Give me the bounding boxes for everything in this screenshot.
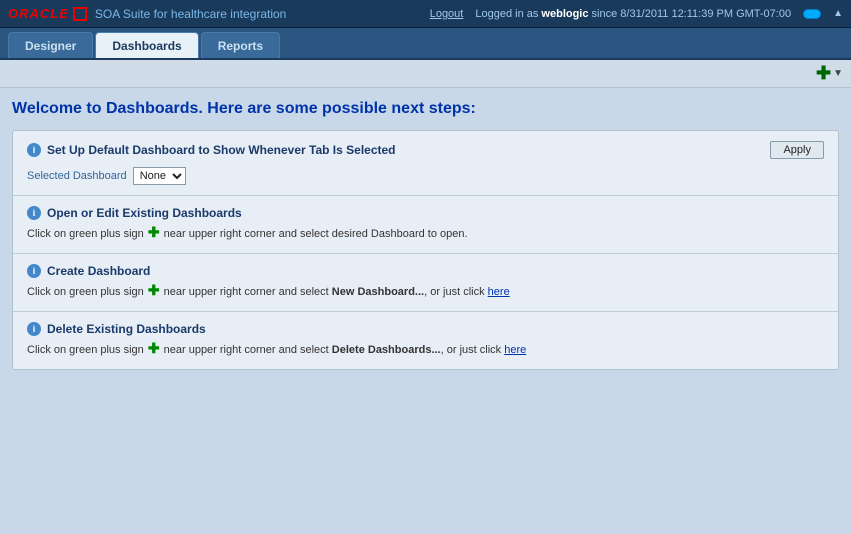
steps-panel: i Set Up Default Dashboard to Show Whene… xyxy=(12,130,839,370)
step4-info-icon: i xyxy=(27,322,41,336)
step-default-dashboard: i Set Up Default Dashboard to Show Whene… xyxy=(13,131,838,196)
toolbar-row: ✚ ▼ xyxy=(0,60,851,88)
main-content: Welcome to Dashboards. Here are some pos… xyxy=(0,88,851,382)
step2-plus-icon: ✚ xyxy=(148,222,160,243)
welcome-title: Welcome to Dashboards. Here are some pos… xyxy=(12,100,839,118)
step2-title-row: i Open or Edit Existing Dashboards xyxy=(27,206,824,220)
step2-desc: Click on green plus sign ✚ near upper ri… xyxy=(27,222,824,243)
step1-title: Set Up Default Dashboard to Show Wheneve… xyxy=(47,143,396,157)
step4-desc-middle: near upper right corner and select xyxy=(161,344,332,356)
scroll-up-icon[interactable]: ▲ xyxy=(833,8,843,19)
step2-desc-prefix: Click on green plus sign xyxy=(27,228,147,240)
header-left: ORACLE SOA Suite for healthcare integrat… xyxy=(8,6,286,21)
tab-dashboards[interactable]: Dashboards xyxy=(95,32,198,58)
tab-reports-label: Reports xyxy=(218,39,263,53)
plus-icon: ✚ xyxy=(816,63,831,84)
step2-info-icon: i xyxy=(27,206,41,220)
app-title: SOA Suite for healthcare integration xyxy=(95,7,286,21)
apply-button[interactable]: Apply xyxy=(770,141,824,159)
step4-plus-icon: ✚ xyxy=(148,338,160,359)
tabbar: Designer Dashboards Reports xyxy=(0,28,851,60)
oracle-box-icon xyxy=(73,7,87,21)
step4-here-link[interactable]: here xyxy=(504,344,526,356)
dropdown-arrow-icon: ▼ xyxy=(833,68,843,79)
step4-bold: Delete Dashboards... xyxy=(332,344,441,356)
oracle-wordmark: ORACLE xyxy=(8,6,69,21)
step3-title-row: i Create Dashboard xyxy=(27,264,824,278)
logged-in-suffix: since 8/31/2011 12:11:39 PM GMT-07:00 xyxy=(588,8,791,20)
step4-desc: Click on green plus sign ✚ near upper ri… xyxy=(27,338,824,359)
header: ORACLE SOA Suite for healthcare integrat… xyxy=(0,0,851,28)
step3-plus-icon: ✚ xyxy=(148,280,160,301)
step4-desc-middle2: , or just click xyxy=(441,344,505,356)
step1-controls: Selected Dashboard None xyxy=(27,167,824,185)
step3-info-icon: i xyxy=(27,264,41,278)
step1-title-row: i Set Up Default Dashboard to Show Whene… xyxy=(27,143,396,157)
step4-desc-prefix: Click on green plus sign xyxy=(27,344,147,356)
step3-desc-prefix: Click on green plus sign xyxy=(27,286,147,298)
tab-reports[interactable]: Reports xyxy=(201,32,280,58)
selected-dashboard-label: Selected Dashboard xyxy=(27,170,127,182)
tab-designer-label: Designer xyxy=(25,39,76,53)
step-create-dashboard: i Create Dashboard Click on green plus s… xyxy=(13,254,838,312)
step3-title: Create Dashboard xyxy=(47,264,150,278)
tab-designer[interactable]: Designer xyxy=(8,32,93,58)
step-delete-dashboard: i Delete Existing Dashboards Click on gr… xyxy=(13,312,838,369)
oracle-logo: ORACLE xyxy=(8,6,87,21)
logged-in-prefix: Logged in as xyxy=(475,8,541,20)
step3-desc-middle2: , or just click xyxy=(424,286,488,298)
status-indicator xyxy=(803,9,821,19)
step1-header: i Set Up Default Dashboard to Show Whene… xyxy=(27,141,824,159)
step3-here-link[interactable]: here xyxy=(488,286,510,298)
step1-info-icon: i xyxy=(27,143,41,157)
step-open-edit: i Open or Edit Existing Dashboards Click… xyxy=(13,196,838,254)
step4-title: Delete Existing Dashboards xyxy=(47,322,206,336)
header-right: Logout Logged in as weblogic since 8/31/… xyxy=(430,8,843,20)
step2-title: Open or Edit Existing Dashboards xyxy=(47,206,242,220)
step3-desc: Click on green plus sign ✚ near upper ri… xyxy=(27,280,824,301)
add-button[interactable]: ✚ ▼ xyxy=(816,63,843,84)
logged-in-info: Logged in as weblogic since 8/31/2011 12… xyxy=(475,8,791,20)
dashboard-select[interactable]: None xyxy=(133,167,186,185)
tab-dashboards-label: Dashboards xyxy=(112,39,181,53)
step3-bold: New Dashboard... xyxy=(332,286,424,298)
step3-desc-middle: near upper right corner and select xyxy=(161,286,332,298)
step2-desc-suffix: near upper right corner and select desir… xyxy=(161,228,468,240)
username: weblogic xyxy=(541,8,588,20)
logout-link[interactable]: Logout xyxy=(430,8,464,20)
step4-title-row: i Delete Existing Dashboards xyxy=(27,322,824,336)
